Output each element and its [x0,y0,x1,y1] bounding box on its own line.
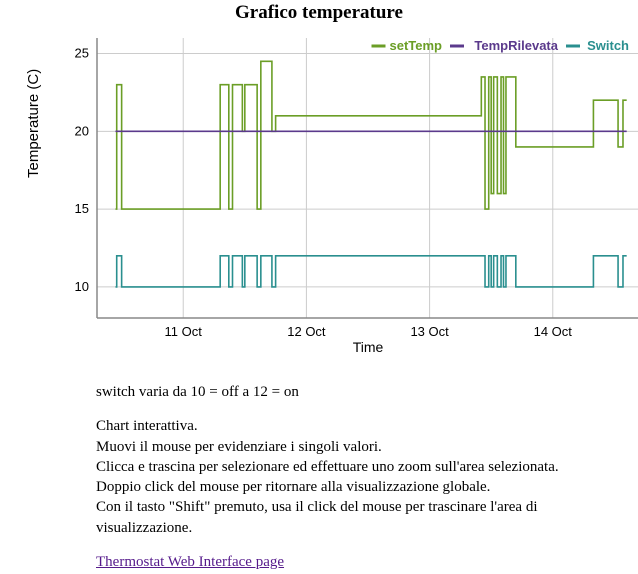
svg-text:20: 20 [75,123,89,138]
series-Switch [115,256,626,287]
x-axis-label: Time [353,339,384,355]
line-chart-svg[interactable]: 10 15 20 25 11 Oct 12 Oct 13 Oct 14 Oct Switch Te… [59,28,638,358]
svg-text:25: 25 [75,46,89,61]
switch-note: switch varia da 10 = off a 12 = on [96,382,596,402]
description-block: switch varia da 10 = off a 12 = on Chart… [96,382,596,572]
svg-text:10: 10 [75,279,89,294]
legend-Switch: Switch [587,38,629,53]
svg-text:13 Oct: 13 Oct [410,324,449,339]
chart-area[interactable]: Temperature (C) 10 15 20 25 11 Oct 12 Oct 13 O… [19,28,619,358]
svg-text:14 Oct: 14 Oct [534,324,573,339]
svg-text:12 Oct: 12 Oct [287,324,326,339]
thermostat-link[interactable]: Thermostat Web Interface page [96,554,284,570]
chart-title: Grafico temperature [0,2,638,24]
svg-text:11 Oct: 11 Oct [165,324,203,339]
y-axis-label: Temperature (C) [25,69,42,178]
svg-text:15: 15 [75,201,89,216]
series-setTemp [115,61,626,209]
legend-setTemp: setTemp [390,38,443,53]
instructions: Chart interattiva.Muovi il mouse per evi… [96,416,596,538]
legend-TempRilevata: TempRilevata [474,38,558,53]
